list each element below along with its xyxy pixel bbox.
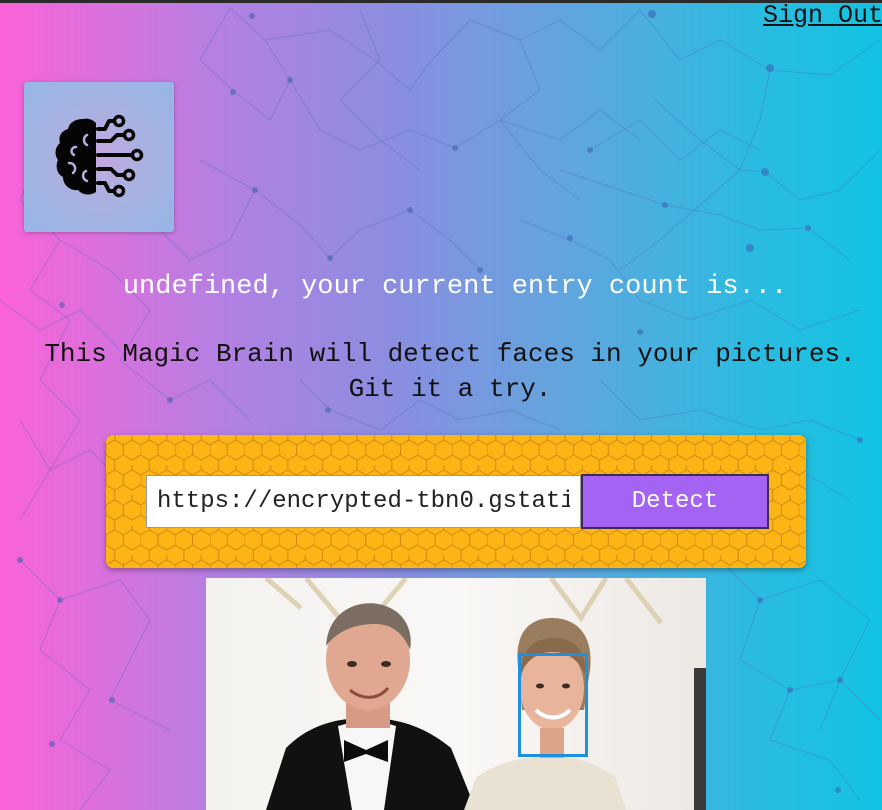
brain-circuit-icon xyxy=(55,114,144,198)
intro-line-1: This Magic Brain will detect faces in yo… xyxy=(44,339,856,369)
detect-button[interactable]: Detect xyxy=(581,474,769,529)
intro-text: This Magic Brain will detect faces in yo… xyxy=(0,337,882,407)
window-top-border xyxy=(0,0,882,3)
image-url-input[interactable] xyxy=(146,475,581,528)
result-image xyxy=(206,578,706,810)
intro-line-2: Git it a try. xyxy=(348,374,552,404)
image-link-form: Detect xyxy=(106,435,806,568)
face-bounding-box xyxy=(518,653,588,757)
logo-card[interactable] xyxy=(24,82,174,232)
entry-count-text: undefined, your current entry count is..… xyxy=(122,272,788,302)
photo-image xyxy=(206,578,706,810)
sign-out-link[interactable]: Sign Out xyxy=(763,1,882,30)
